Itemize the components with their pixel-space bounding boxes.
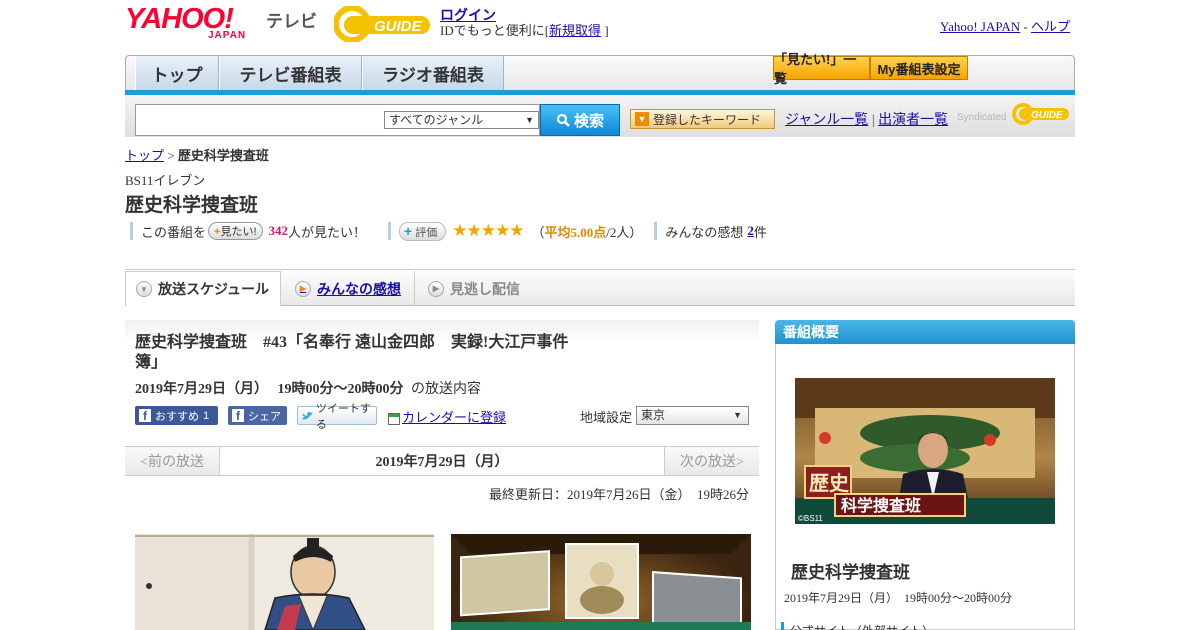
yahoo-japan-link[interactable]: Yahoo! JAPAN [940,19,1020,34]
last-updated: 最終更新日：2019年7月26日（金） 19時26分 [489,487,750,502]
episode-datetime: 2019年7月29日（月） 19時00分～20時00分 の放送内容 [135,382,481,397]
tweet-button[interactable]: ツイートする [297,403,377,431]
tab-schedule[interactable]: ▼ 放送スケジュール [125,271,281,306]
want-button[interactable]: +見たい! [208,222,263,240]
want-list-button[interactable]: 「見たい!」一覧 [773,52,870,86]
login-subtext: IDでもっと便利に[新規取得 ] [440,23,609,38]
sidebar-header: 番組概要 [775,320,1075,344]
svg-text:歴史: 歴史 [809,471,850,495]
rating-stars: ★★★★★ [452,221,524,240]
tab-impressions[interactable]: ▶ みんなの感想 [285,271,415,306]
breadcrumb-current: 歴史科学捜査班 [177,148,269,163]
svg-text:科学捜査班: 科学捜査班 [841,496,921,515]
episode-image-2 [451,534,751,630]
divider-bar [388,222,392,240]
chevron-down-icon: ▼ [136,281,152,297]
dropdown-arrow-icon: ▼ [733,410,742,420]
yahoo-japan-logo-text: JAPAN [208,30,247,41]
episode-title: 歴史科学捜査班 #43「名奉行 遠山金四郎 実録!大江戸事件簿」 [135,334,569,371]
sidebar-program-time: 2019年7月29日（月） 19時00分～20時00分 [784,591,1013,605]
episode-image-1 [135,534,434,630]
genre-links: ジャンル一覧 | 出演者一覧 [785,113,949,128]
calendar-register-link[interactable]: カレンダーに登録 [388,407,506,426]
facebook-recommend-button[interactable]: f おすすめ 1 [135,406,218,425]
divider-bar [130,222,133,240]
rate-button[interactable]: + 評価 [399,221,447,241]
nav-tab-top[interactable]: トップ [135,56,219,90]
average-rating: 平均5.00点 [544,224,607,240]
channel-name: BS11イレブン [125,173,206,188]
svg-text:Syndicated: Syndicated [957,112,1006,123]
help-link[interactable]: ヘルプ [1031,19,1070,34]
want-count: 342 [268,223,289,238]
region-select[interactable]: 東京 ▼ [636,406,749,425]
my-schedule-button[interactable]: My番組表設定 [870,56,968,80]
next-broadcast-link[interactable]: 次の放送> [664,447,759,475]
twitter-bird-icon [302,411,313,419]
svg-text:GUIDE: GUIDE [1031,110,1063,121]
tab-missed-streaming[interactable]: ▶ 見逃し配信 [418,271,548,306]
search-icon [556,113,570,127]
facebook-share-button[interactable]: f シェア [228,406,287,425]
syndicated-gguide-logo: Syndicated GUIDE [957,103,1069,125]
page-title: 歴史科学捜査班 [125,195,259,216]
facebook-icon: f [232,409,244,423]
register-link[interactable]: 新規取得 [549,23,601,38]
program-meta-row: この番組を +見たい! 342 人が見たい！ + 評価 ★★★★★ （ 平均5.… [130,220,767,242]
prev-broadcast-link[interactable]: <前の放送 [125,447,220,475]
genre-list-link[interactable]: ジャンル一覧 [785,113,868,128]
nav-tab-radio-schedule[interactable]: ラジオ番組表 [362,56,504,90]
svg-text:©BS11: ©BS11 [798,514,823,523]
dropdown-arrow-icon: ▼ [635,112,649,126]
facebook-icon: f [139,409,151,423]
cast-list-link[interactable]: 出演者一覧 [878,113,948,128]
official-site-heading: 公式サイト（外部サイト） [781,622,934,630]
gguide-logo[interactable]: GUIDE [333,5,434,43]
breadcrumb-top-link[interactable]: トップ [125,148,164,163]
calendar-icon [388,413,400,426]
plus-icon: + [404,222,413,239]
divider-bar [654,222,658,240]
region-label: 地域設定 [580,410,633,425]
dropdown-arrow-icon: ▼ [525,115,534,125]
tv-logo-text[interactable]: テレビ [266,7,317,32]
nav-tab-tv-schedule[interactable]: テレビ番組表 [219,56,362,90]
chevron-right-icon: ▶ [295,280,311,297]
search-button[interactable]: 検索 [540,104,620,136]
registered-keyword-button[interactable]: ▼ 登録したキーワード [630,109,775,129]
header-links: Yahoo! JAPAN - ヘルプ [940,19,1071,34]
genre-select[interactable]: すべてのジャンル ▼ [384,111,539,129]
program-thumbnail: 歴史 科学捜査班 ©BS11 [795,378,1055,524]
sidebar-program-title: 歴史科学捜査班 [791,563,910,582]
chevron-right-icon: ▶ [428,280,444,297]
breadcrumb: トップ > 歴史科学捜査班 [125,148,269,163]
gguide-logo-text: GUIDE [374,18,423,35]
pager-current-date: 2019年7月29日（月） [220,447,664,475]
